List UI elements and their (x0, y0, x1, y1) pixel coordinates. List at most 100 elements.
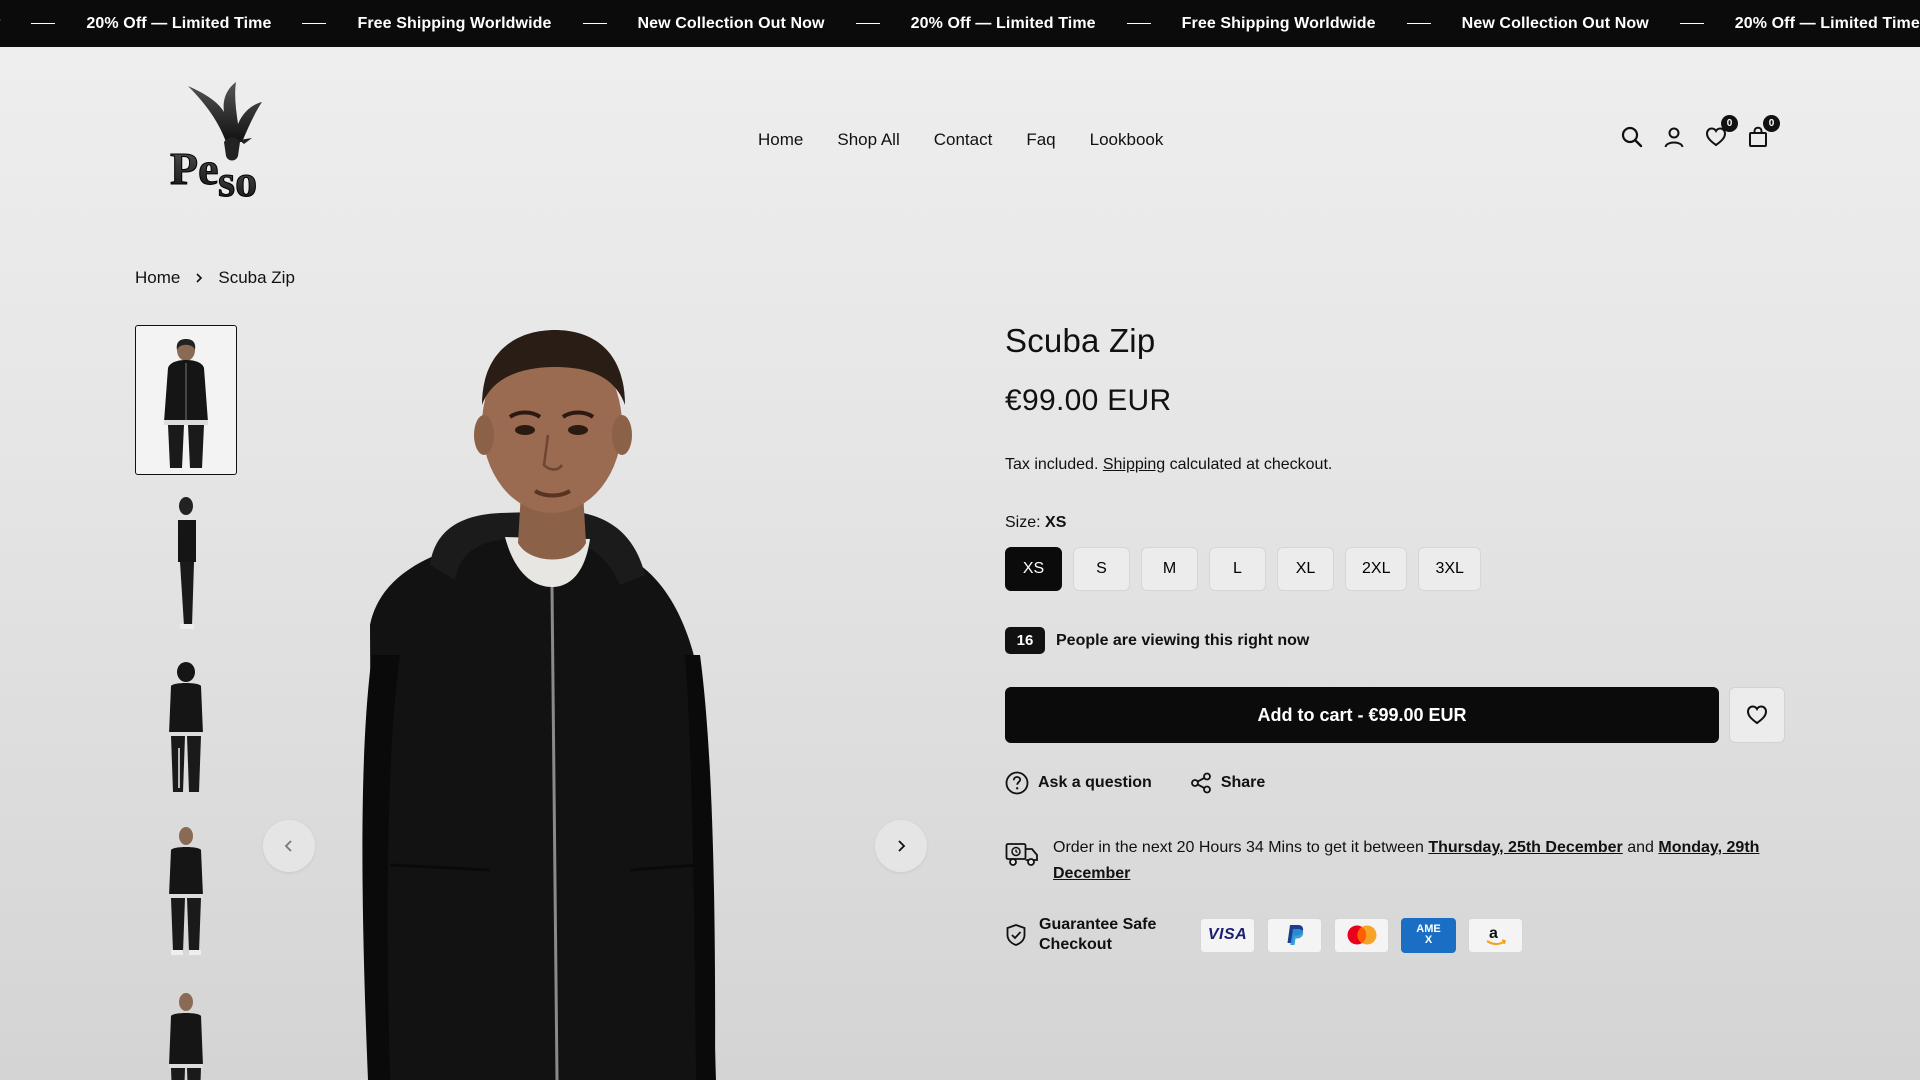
nav-contact[interactable]: Contact (934, 130, 993, 150)
amex-label: AMEX (1416, 923, 1441, 946)
shipping-link[interactable]: Shipping (1103, 456, 1165, 473)
live-viewers: 16 People are viewing this right now (1005, 627, 1785, 654)
delivery-estimate: Order in the next 20 Hours 34 Mins to ge… (1005, 835, 1785, 887)
safe-checkout: Guarantee Safe Checkout VISA AMEX a (1005, 915, 1785, 955)
announcement-item: Free Shipping Worldwide (357, 14, 552, 32)
wishlist-count-badge: 0 (1721, 115, 1738, 132)
viewers-count-badge: 16 (1005, 627, 1045, 654)
eagle-logo-icon: Pe so (170, 82, 262, 207)
secondary-actions: Ask a question Share (1005, 771, 1785, 795)
size-option-s[interactable]: S (1073, 547, 1130, 591)
product-thumbnail[interactable] (135, 817, 237, 967)
product-thumbnail[interactable] (135, 981, 237, 1080)
heart-icon (1747, 705, 1768, 725)
product-title: Scuba Zip (1005, 322, 1156, 359)
product-thumbnail[interactable] (135, 325, 237, 475)
delivery-start-date: Thursday, 25th December (1428, 839, 1623, 856)
gallery-next-button[interactable] (875, 820, 927, 872)
visa-label: VISA (1207, 926, 1248, 943)
svg-text:so: so (218, 157, 257, 205)
site-header: Pe so Home Shop All Contact Faq Lookbook (0, 47, 1920, 237)
cart-count-badge: 0 (1763, 115, 1780, 132)
size-selected-value: XS (1045, 514, 1067, 531)
breadcrumb: Home Scuba Zip (135, 268, 295, 288)
announcement-separator (855, 22, 880, 25)
cart-button[interactable]: 0 (1746, 115, 1780, 149)
announcement-item: 20% Off — Limited Time (1734, 14, 1920, 32)
share-icon (1190, 772, 1211, 794)
size-option-xl[interactable]: XL (1277, 547, 1334, 591)
delivery-and: and (1627, 839, 1654, 856)
product-front-full-image (169, 827, 203, 955)
chevron-left-icon (284, 840, 292, 852)
shield-check-icon (1006, 924, 1026, 946)
viewers-text: People are viewing this right now (1056, 631, 1310, 649)
safe-checkout-label: Guarantee Safe Checkout (1005, 915, 1200, 955)
size-options: XS S M L XL 2XL 3XL (1005, 547, 1785, 591)
header-actions: 0 0 (1620, 115, 1780, 149)
paypal-icon (1267, 917, 1322, 953)
product-price: €99.00 EUR (1005, 384, 1172, 417)
size-label-text: Size: (1005, 514, 1041, 531)
payment-methods: VISA AMEX a (1200, 917, 1523, 953)
nav-shop-all[interactable]: Shop All (837, 130, 899, 150)
ask-question-button[interactable]: Ask a question (1005, 771, 1152, 795)
announcement-item: New Collection Out Now (637, 14, 825, 32)
announcement-separator (582, 22, 607, 25)
product-side-image (178, 497, 196, 629)
mastercard-logo-icon (1347, 925, 1376, 945)
chevron-right-icon (898, 840, 906, 852)
gallery-prev-button[interactable] (263, 820, 315, 872)
model-wearing-jacket-image (362, 330, 716, 1080)
delivery-prefix: Order in the next 20 Hours 34 Mins to ge… (1053, 839, 1424, 856)
announcement-separator (302, 22, 327, 25)
nav-faq[interactable]: Faq (1026, 130, 1055, 150)
announcement-item: 20% Off — Limited Time (86, 14, 272, 32)
nav-home[interactable]: Home (758, 130, 803, 150)
announcement-separator (1679, 22, 1704, 25)
announcement-track: ow 20% Off — Limited Time Free Shipping … (0, 0, 1920, 47)
product-front-alt-image (169, 993, 203, 1080)
tax-note: Tax included. Shipping calculated at che… (1005, 456, 1785, 474)
wishlist-button[interactable]: 0 (1704, 115, 1738, 149)
account-button[interactable] (1662, 125, 1686, 149)
amex-icon: AMEX (1401, 917, 1456, 953)
main-nav: Home Shop All Contact Faq Lookbook (758, 130, 1163, 150)
tax-suffix: calculated at checkout. (1169, 456, 1333, 473)
question-circle-icon (1005, 771, 1029, 795)
mastercard-icon (1334, 917, 1389, 953)
size-option-m[interactable]: M (1141, 547, 1198, 591)
brand-logo[interactable]: Pe so (166, 80, 281, 207)
search-button[interactable] (1620, 125, 1644, 149)
ask-question-label: Ask a question (1038, 774, 1152, 791)
add-to-wishlist-button[interactable] (1729, 687, 1785, 743)
share-label: Share (1220, 774, 1266, 791)
announcement-item: New Collection Out Now (1461, 14, 1649, 32)
announcement-bar: ow 20% Off — Limited Time Free Shipping … (0, 0, 1920, 47)
breadcrumb-home[interactable]: Home (135, 268, 180, 288)
add-to-cart-button[interactable]: Add to cart - €99.00 EUR (1005, 687, 1720, 743)
product-thumbnail[interactable] (135, 653, 237, 803)
size-option-2xl[interactable]: 2XL (1345, 547, 1408, 591)
announcement-separator (31, 22, 56, 25)
size-option-l[interactable]: L (1209, 547, 1266, 591)
delivery-truck-icon (1005, 843, 1038, 866)
chevron-right-icon (196, 273, 203, 283)
announcement-separator (1406, 22, 1431, 25)
product-front-image (164, 339, 208, 468)
size-option-xs[interactable]: XS (1005, 547, 1062, 591)
visa-icon: VISA (1200, 917, 1255, 953)
size-option-3xl[interactable]: 3XL (1418, 547, 1481, 591)
user-icon (1664, 127, 1684, 148)
delivery-text: Order in the next 20 Hours 34 Mins to ge… (1053, 835, 1785, 887)
tax-prefix: Tax included. (1005, 456, 1099, 473)
share-button[interactable]: Share (1190, 771, 1265, 795)
product-thumbnail[interactable] (135, 489, 237, 639)
announcement-item: 20% Off — Limited Time (910, 14, 1096, 32)
amazon-icon: a (1468, 917, 1523, 953)
svg-text:Pe: Pe (170, 143, 219, 194)
nav-lookbook[interactable]: Lookbook (1090, 130, 1164, 150)
main-product-image (260, 325, 940, 1080)
amazon-logo-icon: a (1485, 925, 1506, 945)
cart-actions: Add to cart - €99.00 EUR (1005, 687, 1785, 743)
